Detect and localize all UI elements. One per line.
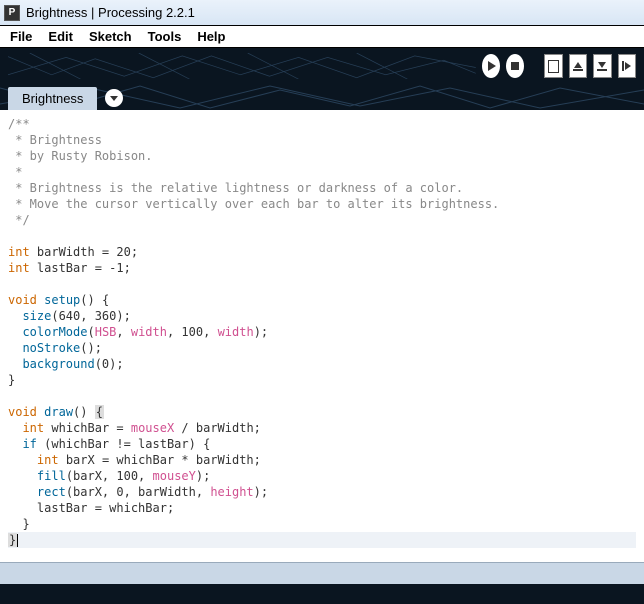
comment-line: * by Rusty Robison. [8, 149, 167, 163]
arrow-down-icon [598, 62, 606, 68]
bi-height: height [210, 485, 253, 499]
arrow-right-icon [625, 62, 631, 70]
arrow-up-icon [574, 62, 582, 68]
bi-mousey: mouseY [153, 469, 196, 483]
kw-int: int [8, 245, 30, 259]
run-button[interactable] [482, 54, 500, 78]
kw-int: int [37, 453, 59, 467]
fn-rect: rect [37, 485, 66, 499]
bi-width: width [218, 325, 254, 339]
open-button[interactable] [569, 54, 587, 78]
console-area [0, 584, 644, 604]
tab-bar: Brightness [0, 84, 644, 110]
code-text: (640, 360); [51, 309, 130, 323]
kw-if: if [22, 437, 36, 451]
bracket-highlight: } [8, 533, 17, 547]
menu-help[interactable]: Help [189, 27, 233, 46]
stop-button[interactable] [506, 54, 524, 78]
play-icon [488, 61, 496, 71]
bracket-highlight: { [95, 405, 104, 419]
chevron-down-icon [110, 96, 118, 101]
comment-line: * [8, 165, 30, 179]
tab-brightness[interactable]: Brightness [8, 87, 97, 110]
kw-void: void [8, 293, 37, 307]
document-icon [548, 60, 559, 73]
fn-background: background [22, 357, 94, 371]
code-text: () { [80, 293, 109, 307]
fn-draw: draw [44, 405, 73, 419]
comment-line: * Brightness [8, 133, 102, 147]
fn-fill: fill [37, 469, 66, 483]
export-button[interactable] [618, 54, 636, 78]
fn-size: size [22, 309, 51, 323]
fn-colormode: colorMode [22, 325, 87, 339]
toolbar-background-art [8, 53, 476, 79]
code-text: barWidth = 20; [30, 245, 138, 259]
save-button[interactable] [593, 54, 611, 78]
stop-icon [511, 62, 519, 70]
menu-edit[interactable]: Edit [40, 27, 81, 46]
status-bar [0, 562, 644, 584]
bi-width: width [131, 325, 167, 339]
comment-line: /** [8, 117, 30, 131]
menu-tools[interactable]: Tools [140, 27, 190, 46]
window-titlebar: P Brightness | Processing 2.2.1 [0, 0, 644, 26]
toolbar [0, 48, 644, 84]
window-title: Brightness | Processing 2.2.1 [26, 5, 195, 20]
new-button[interactable] [544, 54, 562, 78]
comment-line: * Move the cursor vertically over each b… [8, 197, 507, 211]
fn-setup: setup [44, 293, 80, 307]
fn-nostroke: noStroke [22, 341, 80, 355]
code-editor[interactable]: /** * Brightness * by Rusty Robison. * *… [0, 110, 644, 562]
bi-hsb: HSB [95, 325, 117, 339]
kw-void: void [8, 405, 37, 419]
comment-line: * Brightness is the relative lightness o… [8, 181, 470, 195]
app-icon: P [4, 5, 20, 21]
comment-line: */ [8, 213, 30, 227]
code-text: } [8, 373, 15, 387]
menu-file[interactable]: File [2, 27, 40, 46]
kw-int: int [22, 421, 44, 435]
menu-sketch[interactable]: Sketch [81, 27, 140, 46]
menubar: File Edit Sketch Tools Help [0, 26, 644, 48]
text-cursor [17, 534, 18, 547]
bi-mousex: mouseX [131, 421, 174, 435]
code-text: lastBar = -1; [30, 261, 131, 275]
kw-int: int [8, 261, 30, 275]
